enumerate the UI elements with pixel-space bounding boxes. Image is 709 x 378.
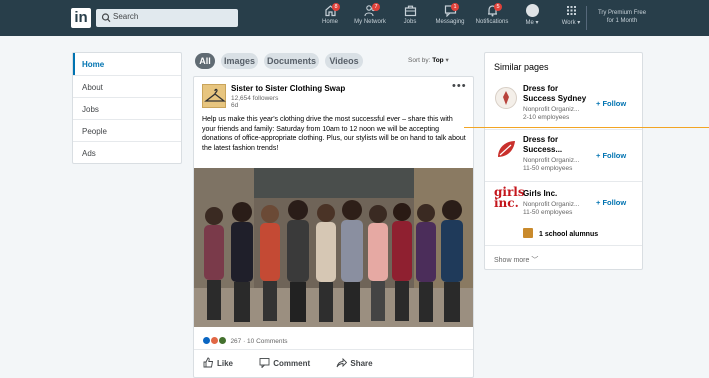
- nav-work[interactable]: Work ▾: [559, 4, 583, 26]
- divider: [586, 6, 587, 30]
- similar-page-meta: Nonprofit Organiz... 11-50 employees: [523, 157, 580, 172]
- reaction-summary[interactable]: 267 · 10 Comments: [203, 337, 288, 345]
- divider: [485, 181, 642, 182]
- follow-button[interactable]: + Follow: [596, 198, 626, 207]
- post-menu-button[interactable]: •••: [452, 80, 467, 92]
- comment-label: Comment: [273, 359, 311, 368]
- notification-badge: 8: [332, 3, 340, 11]
- similar-page-meta: Nonprofit Organiz... 2-10 employees: [523, 106, 580, 121]
- sidebar-item-people[interactable]: People: [73, 119, 181, 141]
- thumbs-up-icon: [203, 357, 214, 368]
- filter-chip-videos[interactable]: Videos: [325, 53, 363, 69]
- divider: [194, 349, 473, 350]
- panel-title: Similar pages: [494, 62, 549, 72]
- nav-label: Me ▾: [525, 20, 539, 26]
- filter-chip-documents[interactable]: Documents: [264, 53, 319, 69]
- share-label: Share: [350, 359, 373, 368]
- post-text: Help us make this year's clothing drive …: [202, 116, 466, 152]
- post-actions: Like Comment Share: [203, 357, 397, 369]
- sidebar-item-home[interactable]: Home: [73, 53, 181, 75]
- search-placeholder: Search: [113, 12, 139, 21]
- caret-down-icon: ▾: [445, 57, 449, 64]
- nav-home[interactable]: 8 Home: [318, 3, 342, 25]
- top-navigation-bar: in Search 8 Home 7 My Network Jobs 1 Mes…: [0, 0, 709, 36]
- search-icon: [101, 13, 111, 23]
- follow-button[interactable]: + Follow: [596, 99, 626, 108]
- share-button[interactable]: Share: [336, 357, 384, 368]
- reaction-count: 267 · 10 Comments: [230, 338, 288, 345]
- comment-icon: [259, 358, 270, 369]
- follower-count: 12,654 followers: [231, 95, 279, 102]
- dress-for-success-sydney-logo[interactable]: [494, 86, 518, 110]
- linkedin-logo[interactable]: in: [71, 8, 91, 28]
- sort-label: Sort by:: [408, 57, 431, 64]
- feed-post: Sister to Sister Clothing Swap 12,654 fo…: [193, 76, 474, 378]
- sort-dropdown[interactable]: Sort by: Top ▾: [408, 56, 449, 64]
- hanger-icon: [204, 88, 226, 102]
- filter-chip-all[interactable]: All: [195, 53, 215, 69]
- share-icon: [336, 357, 348, 368]
- highlight-line: [464, 127, 709, 128]
- like-reaction-icon: [203, 337, 210, 344]
- group-photo: [194, 168, 473, 327]
- grid-icon: [566, 6, 576, 15]
- nav-label: Home: [321, 19, 338, 25]
- school-icon: [523, 228, 533, 238]
- emblem-icon: [495, 87, 517, 109]
- avatar: [525, 4, 539, 17]
- filter-chip-images[interactable]: Images: [221, 53, 258, 69]
- leaf-icon: [498, 141, 515, 157]
- similar-page-name[interactable]: Dress for Success...: [523, 135, 562, 155]
- alumni-info[interactable]: 1 school alumnus: [523, 228, 598, 238]
- love-reaction-icon: [210, 337, 218, 344]
- sidebar-item-jobs[interactable]: Jobs: [73, 97, 181, 119]
- try-premium-link[interactable]: Try Premium Free for 1 Month: [592, 9, 652, 25]
- nav-label: Jobs: [403, 19, 417, 25]
- dress-for-success-logo[interactable]: [494, 137, 518, 161]
- sidebar-item-about[interactable]: About: [73, 75, 181, 97]
- post-author[interactable]: Sister to Sister Clothing Swap: [231, 84, 345, 93]
- nav-label: Messaging: [435, 19, 465, 25]
- similar-page-name[interactable]: Girls Inc.: [523, 189, 557, 199]
- nav-label: Notifications: [475, 19, 509, 25]
- follow-button[interactable]: + Follow: [596, 151, 626, 160]
- similar-pages-panel: Similar pages Dress for Success Sydney N…: [484, 52, 643, 270]
- post-image[interactable]: [194, 168, 473, 327]
- like-button[interactable]: Like: [203, 357, 245, 368]
- girls-inc-logo[interactable]: girls inc.: [494, 186, 525, 215]
- nav-my-network[interactable]: 7 My Network: [352, 3, 388, 25]
- nav-label: Work ▾: [561, 20, 581, 26]
- jobs-icon: [404, 5, 416, 17]
- celebrate-reaction-icon: [218, 337, 226, 344]
- notification-badge: 5: [494, 3, 502, 11]
- sort-value: Top: [432, 57, 444, 64]
- premium-line1: Try Premium Free: [597, 10, 647, 16]
- nav-notifications[interactable]: 5 Notifications: [472, 3, 512, 25]
- nav-jobs[interactable]: Jobs: [400, 4, 420, 25]
- nav-label: My Network: [354, 19, 386, 25]
- company-logo[interactable]: [202, 84, 226, 108]
- show-more-button[interactable]: Show more ﹀: [494, 255, 538, 265]
- sidebar-item-ads[interactable]: Ads: [73, 141, 181, 163]
- nav-messaging[interactable]: 1 Messaging: [432, 3, 468, 25]
- nav-me[interactable]: Me ▾: [521, 4, 543, 26]
- chevron-down-icon: ﹀: [531, 257, 539, 264]
- notification-badge: 1: [451, 3, 459, 11]
- divider: [485, 129, 642, 130]
- similar-page-meta: Nonprofit Organiz... 11-50 employees: [523, 201, 580, 216]
- similar-page-name[interactable]: Dress for Success Sydney: [523, 84, 586, 104]
- search-input[interactable]: Search: [96, 9, 238, 27]
- page-sidebar: Home About Jobs People Ads: [72, 52, 182, 164]
- notification-badge: 7: [372, 3, 380, 11]
- premium-line2: for 1 Month: [606, 18, 638, 24]
- like-label: Like: [217, 359, 234, 368]
- divider: [485, 245, 642, 246]
- post-timestamp: 6d: [231, 102, 239, 109]
- comment-button[interactable]: Comment: [259, 357, 322, 369]
